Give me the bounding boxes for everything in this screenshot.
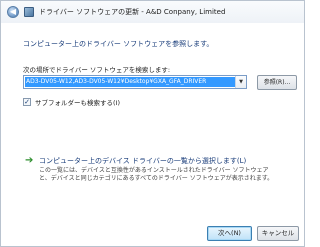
cancel-button[interactable]: キャンセル xyxy=(257,226,299,241)
search-location-label: 次の場所でドライバー ソフトウェアを検索します: xyxy=(23,66,171,74)
next-button[interactable]: 次へ(N) xyxy=(207,226,252,241)
search-path-combobox[interactable]: AD3-DV05-W12,AD3-DV05-W12¥Desktop¥GXA_GF… xyxy=(23,75,247,89)
chevron-down-icon: ▼ xyxy=(239,79,243,85)
combobox-dropdown-button[interactable]: ▼ xyxy=(235,76,246,88)
title-bar: ◀ ドライバー ソフトウェアの更新 - A&D Conpany, Limited xyxy=(1,1,304,23)
include-subfolders-label[interactable]: サブフォルダーも検索する(I) xyxy=(35,97,120,107)
browse-button[interactable]: 参照(R)... xyxy=(257,75,297,90)
green-arrow-icon[interactable]: ➔ xyxy=(25,156,33,166)
driver-update-dialog: ◀ ドライバー ソフトウェアの更新 - A&D Conpany, Limited… xyxy=(0,0,305,247)
page-heading: コンピューター上のドライバー ソフトウェアを参照します。 xyxy=(23,40,214,48)
window-title: ドライバー ソフトウェアの更新 - A&D Conpany, Limited xyxy=(39,8,226,16)
pick-from-list-description: この一覧には、デバイスと互換性があるインストールされたドライバー ソフトウェアと… xyxy=(39,167,274,182)
back-button[interactable]: ◀ xyxy=(7,6,19,18)
dialog-footer: 次へ(N) キャンセル xyxy=(1,221,304,246)
device-manager-icon xyxy=(24,7,34,17)
search-path-input[interactable]: AD3-DV05-W12,AD3-DV05-W12¥Desktop¥GXA_GF… xyxy=(25,77,235,87)
include-subfolders-option[interactable]: ✓ サブフォルダーも検索する(I) xyxy=(23,97,120,107)
pick-from-list-link[interactable]: コンピューター上のデバイス ドライバーの一覧から選択します(L) xyxy=(39,156,246,166)
include-subfolders-checkbox[interactable]: ✓ xyxy=(23,98,31,106)
back-arrow-icon: ◀ xyxy=(9,7,17,16)
